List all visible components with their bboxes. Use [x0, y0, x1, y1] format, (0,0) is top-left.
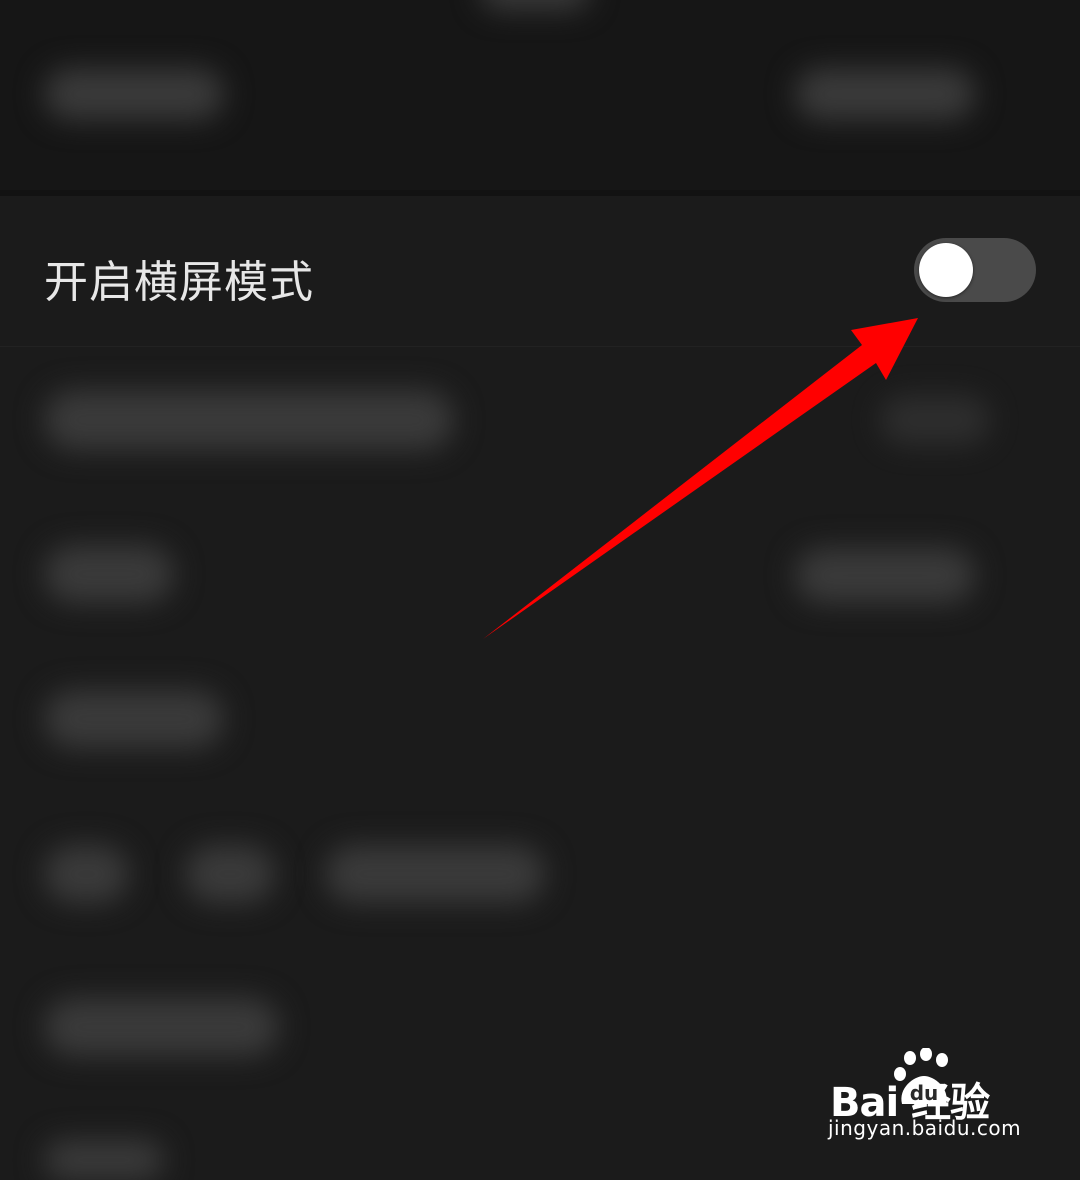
blurred-setting-label	[44, 68, 224, 120]
blurred-label	[44, 390, 454, 450]
blurred-label	[185, 845, 275, 903]
blurred-value	[880, 395, 990, 445]
row-divider	[0, 346, 1080, 347]
landscape-mode-toggle[interactable]	[914, 238, 1036, 302]
blurred-label	[44, 545, 174, 603]
blurred-header	[480, 0, 590, 10]
toggle-knob	[919, 243, 973, 297]
watermark-url: jingyan.baidu.com	[828, 1116, 1022, 1140]
baidu-watermark: Bai 经验 du jingyan.baidu.com	[828, 1048, 1038, 1148]
blurred-label	[44, 690, 224, 748]
blurred-label	[44, 998, 279, 1056]
blurred-setting-value	[795, 68, 975, 120]
blurred-label	[44, 845, 129, 903]
landscape-mode-label: 开启横屏模式	[44, 257, 314, 308]
blurred-label	[325, 845, 545, 903]
blurred-label	[44, 1140, 164, 1180]
section-divider	[0, 190, 1080, 196]
paw-text: du	[910, 1081, 939, 1105]
top-section	[0, 0, 1080, 190]
blurred-value	[795, 548, 975, 603]
paw-icon: du	[894, 1048, 948, 1105]
